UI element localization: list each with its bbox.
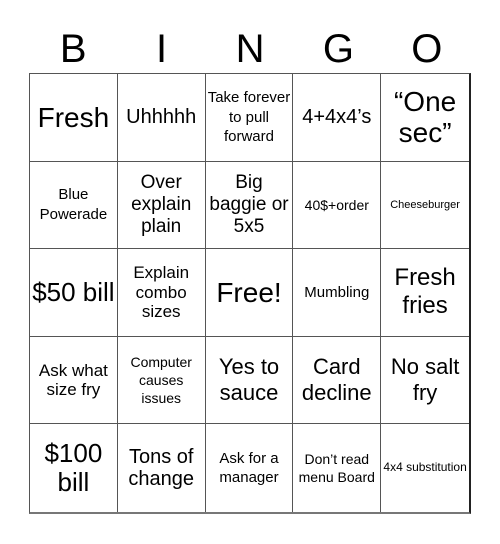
- bingo-cell[interactable]: Ask for a manager: [206, 424, 294, 512]
- bingo-cell[interactable]: Explain combo sizes: [117, 249, 206, 337]
- header-letter-n: N: [235, 27, 265, 71]
- bingo-cell[interactable]: 4x4 substitution: [381, 424, 469, 512]
- header-letter-b: B: [59, 27, 87, 71]
- bingo-grid: Fresh Uhhhhh Take forever to pull forwar…: [29, 73, 471, 514]
- header-letter-i: I: [156, 27, 168, 71]
- bingo-cell[interactable]: Mumbling: [293, 249, 382, 337]
- bingo-cell[interactable]: Big baggie or 5x5: [205, 161, 294, 250]
- free-space-cell[interactable]: Free!: [205, 249, 294, 337]
- bingo-cell[interactable]: Take forever to pull forward: [205, 74, 294, 162]
- bingo-header: B I N G O: [29, 24, 471, 74]
- bingo-cell[interactable]: “One sec”: [381, 74, 469, 162]
- header-letter-o: O: [411, 27, 443, 71]
- bingo-cell[interactable]: 4+4x4’s: [293, 74, 382, 162]
- bingo-cell[interactable]: $100 bill: [30, 424, 118, 512]
- bingo-cell[interactable]: $50 bill: [30, 249, 118, 337]
- bingo-cell[interactable]: Cheeseburger: [381, 162, 469, 250]
- header-letter-g: G: [322, 27, 354, 71]
- bingo-cell[interactable]: Blue Powerade: [30, 161, 118, 250]
- bingo-cell[interactable]: Card decline: [293, 336, 382, 425]
- bingo-cell[interactable]: Don’t read menu Board: [293, 424, 382, 512]
- bingo-cell[interactable]: Fresh fries: [381, 249, 469, 337]
- bingo-cell[interactable]: Tons of change: [118, 424, 206, 512]
- bingo-cell[interactable]: 40$+order: [293, 161, 382, 250]
- bingo-cell[interactable]: Computer causes issues: [117, 336, 206, 425]
- bingo-cell[interactable]: Ask what size fry: [30, 336, 118, 425]
- bingo-cell[interactable]: Fresh: [30, 74, 118, 162]
- bingo-cell[interactable]: Uhhhhh: [117, 74, 206, 162]
- bingo-cell[interactable]: Yes to sauce: [205, 336, 294, 425]
- bingo-cell[interactable]: No salt fry: [381, 337, 469, 425]
- bingo-cell[interactable]: Over explain plain: [117, 161, 206, 250]
